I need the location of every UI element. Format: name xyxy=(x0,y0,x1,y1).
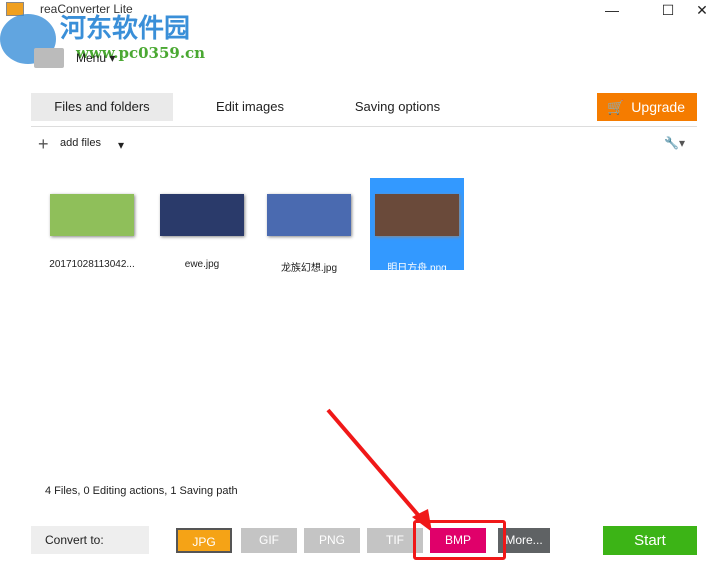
wrench-icon[interactable]: 🔧▾ xyxy=(664,136,685,150)
status-text: 4 Files, 0 Editing actions, 1 Saving pat… xyxy=(45,485,238,497)
close-button[interactable]: ✕ xyxy=(690,2,714,20)
menu-icon[interactable] xyxy=(34,48,64,68)
file-name: 明日方舟.png xyxy=(387,263,447,274)
thumbnail xyxy=(160,194,244,236)
divider xyxy=(31,126,697,127)
file-tile[interactable]: 20171028113042... xyxy=(45,178,139,270)
file-name: 20171028113042... xyxy=(49,259,135,270)
file-tile[interactable]: 龙族幻想.jpg xyxy=(262,178,356,274)
minimize-button[interactable]: — xyxy=(600,2,624,20)
menu-button[interactable]: Menu ▾ xyxy=(76,51,115,65)
maximize-button[interactable]: ☐ xyxy=(656,2,680,20)
convert-to-label: Convert to: xyxy=(31,526,149,554)
file-name: ewe.jpg xyxy=(184,259,220,270)
thumbnail xyxy=(267,194,351,236)
tab-files-and-folders[interactable]: Files and folders xyxy=(31,93,173,121)
tab-edit-images[interactable]: Edit images xyxy=(190,93,310,121)
tab-saving-options[interactable]: Saving options xyxy=(335,93,460,121)
file-tile-selected[interactable]: 明日方舟.png xyxy=(370,178,464,274)
start-button[interactable]: Start xyxy=(603,526,697,555)
format-gif-button[interactable]: GIF xyxy=(241,528,297,553)
cart-icon: 🛒 xyxy=(607,99,625,115)
file-tile[interactable]: ewe.jpg xyxy=(155,178,249,270)
watermark-text: 河东软件园 xyxy=(60,14,191,44)
file-name: 龙族幻想.jpg xyxy=(280,263,338,274)
thumbnail xyxy=(375,194,459,236)
thumbnail xyxy=(50,194,134,236)
upgrade-button[interactable]: 🛒 Upgrade xyxy=(597,93,697,121)
upgrade-label: Upgrade xyxy=(631,99,685,115)
add-files-button[interactable]: add files xyxy=(60,137,101,149)
format-jpg-button[interactable]: JPG xyxy=(176,528,232,553)
format-png-button[interactable]: PNG xyxy=(304,528,360,553)
plus-icon[interactable]: + xyxy=(38,134,49,155)
red-arrow-annotation xyxy=(326,408,432,532)
add-files-dropdown-icon[interactable]: ▾ xyxy=(118,138,124,152)
highlight-box-annotation xyxy=(413,520,506,560)
